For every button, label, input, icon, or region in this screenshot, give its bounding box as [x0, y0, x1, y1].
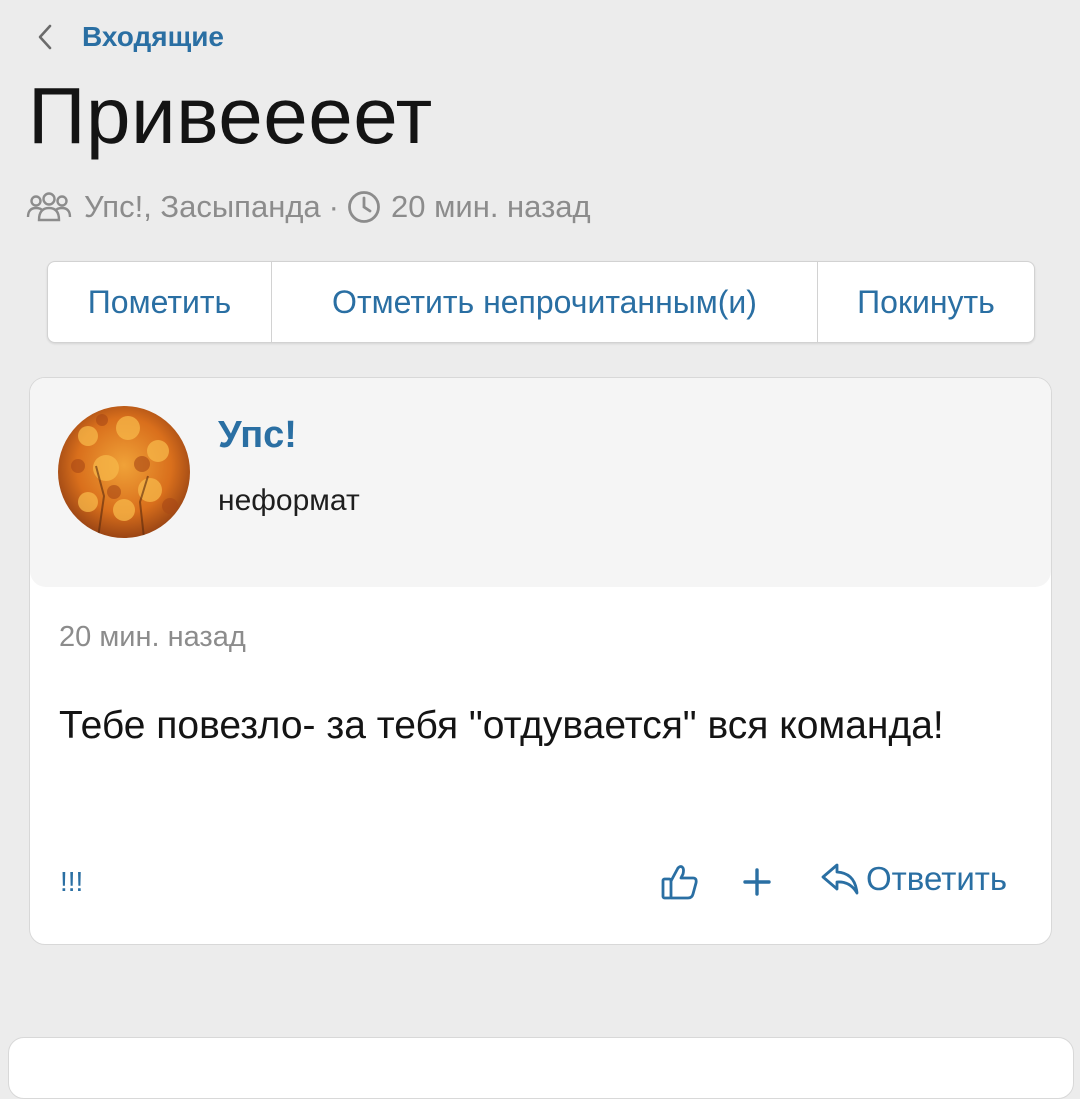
conversation-actions: Пометить Отметить непрочитанным(и) Покин…: [47, 261, 1035, 343]
mark-button[interactable]: Пометить: [48, 262, 272, 342]
message-body: Тебе повезло- за тебя "отдувается" вся к…: [59, 704, 944, 747]
avatar[interactable]: [58, 406, 190, 538]
next-message-card: [8, 1037, 1074, 1099]
plus-icon[interactable]: [742, 862, 772, 902]
back-link[interactable]: Входящие: [28, 14, 224, 60]
users-icon: [26, 192, 72, 222]
message-card: Упс! неформат 20 мин. назад Тебе повезло…: [29, 377, 1052, 945]
meta-separator: ·: [328, 189, 339, 224]
message-header: Упс! неформат: [30, 378, 1051, 587]
message-footer: !!! Ответить: [30, 856, 1051, 912]
leave-button[interactable]: Покинуть: [818, 262, 1034, 342]
user-title: неформат: [218, 484, 360, 517]
author-name[interactable]: Упс!: [218, 414, 297, 457]
reply-button[interactable]: Ответить: [820, 860, 1007, 898]
reply-label: Ответить: [866, 860, 1008, 897]
message-time[interactable]: 20 мин. назад: [59, 621, 246, 654]
report-link[interactable]: !!!: [60, 866, 83, 898]
participants: Упс!, Засыпанда: [84, 189, 321, 224]
breadcrumb-inbox[interactable]: Входящие: [82, 21, 224, 53]
clock-icon: [347, 190, 381, 224]
reply-icon: [821, 863, 859, 895]
thumbs-up-icon[interactable]: [660, 862, 700, 902]
page-title: Привеееет: [28, 71, 433, 160]
conversation-time: 20 мин. назад: [390, 189, 591, 224]
mark-unread-button[interactable]: Отметить непрочитанным(и): [272, 262, 818, 342]
conversation-meta: Упс!, Засыпанда · 20 мин. назад: [26, 184, 591, 230]
chevron-left-icon: [28, 20, 62, 54]
